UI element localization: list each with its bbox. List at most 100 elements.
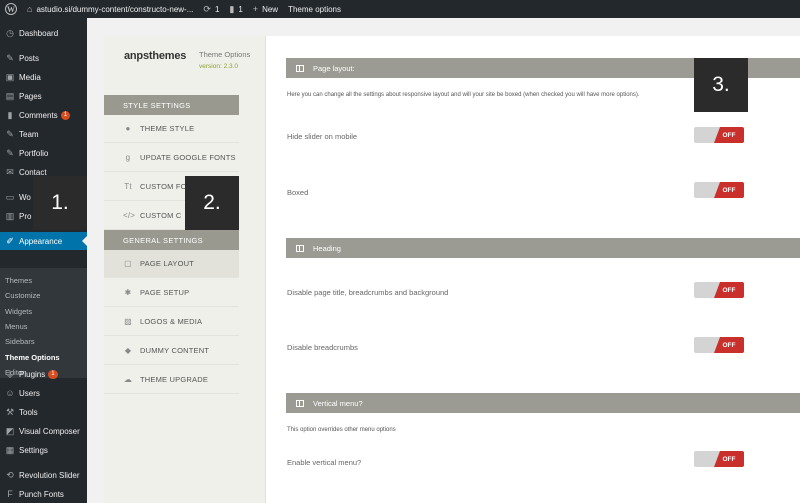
option-label: Boxed	[287, 188, 309, 197]
nav-item-page-setup[interactable]: ✱ PAGE SETUP	[104, 279, 239, 307]
general-settings-header: GENERAL SETTINGS	[104, 230, 239, 250]
settings-icon: ▦	[5, 444, 15, 455]
nav-item-label: CUSTOM FO	[140, 182, 187, 191]
admin-menu-label: Media	[19, 72, 41, 82]
nav-item-theme-upgrade[interactable]: ☁ THEME UPGRADE	[104, 366, 239, 394]
submenu-item-theme-options[interactable]: Theme Options	[5, 353, 60, 362]
overlay-marker-3: 3.	[694, 58, 748, 112]
nav-item-update-google-fonts[interactable]: g UPDATE GOOGLE FONTS	[104, 144, 239, 172]
code-icon: </>	[123, 211, 136, 220]
admin-menu-item-appearance[interactable]: ✐ Appearance	[0, 232, 87, 250]
admin-menu-item-revolution-slider[interactable]: ⟲ Revolution Slider	[0, 466, 87, 484]
pages-icon: ▤	[5, 90, 15, 101]
admin-menu-item-plugins[interactable]: ⏚ Plugins 1	[0, 365, 87, 383]
image-icon: ▨	[124, 317, 132, 326]
disable-breadcrumbs-toggle[interactable]: OFF	[694, 337, 744, 353]
nav-item-label: LOGOS & MEDIA	[140, 317, 203, 326]
vc-icon: ◩	[5, 425, 15, 436]
section-header-heading: Heading	[286, 238, 800, 258]
style-settings-header: STYLE SETTINGS	[104, 95, 239, 115]
wordpress-icon: W	[5, 3, 17, 15]
admin-menu-item-settings[interactable]: ▦ Settings	[0, 441, 87, 459]
nav-item-theme-style[interactable]: ● THEME STYLE	[104, 115, 239, 143]
submenu-item-customize[interactable]: Customize	[5, 291, 40, 300]
submenu-item-sidebars[interactable]: Sidebars	[5, 337, 35, 346]
admin-menu-item-posts[interactable]: ✎ Posts	[0, 49, 87, 67]
admin-menu-label: Pro	[19, 211, 32, 221]
layout-icon	[296, 399, 304, 407]
nav-item-label: DUMMY CONTENT	[140, 346, 210, 355]
users-icon: ☺	[5, 388, 15, 398]
admin-menu-label: Posts	[19, 53, 40, 63]
layout-icon	[296, 244, 304, 252]
site-name-link[interactable]: ⌂ astudio.si/dummy-content/constructo-new…	[22, 0, 198, 18]
nav-item-label: THEME STYLE	[140, 124, 195, 133]
updates-icon: ⟳	[203, 3, 211, 14]
comment-icon: ▮	[7, 109, 13, 120]
admin-menu-label: Comments	[19, 110, 58, 120]
toggle-off-label: OFF	[714, 182, 744, 198]
admin-menu-label: Visual Composer	[19, 426, 80, 436]
vertical-menu-description: This option overrides other menu options	[287, 427, 396, 433]
admin-menu-label: Users	[19, 388, 40, 398]
admin-menu-item-punch-fonts[interactable]: F Punch Fonts	[0, 485, 87, 503]
updates-link[interactable]: ⟳ 1	[198, 0, 224, 18]
admin-menu-item-tools[interactable]: ⚒ Tools	[0, 403, 87, 421]
layout-icon: ▢	[124, 259, 132, 268]
admin-menu-label: Portfolio	[19, 148, 49, 158]
admin-menu-label: Tools	[19, 407, 38, 417]
admin-menu-item-pages[interactable]: ▤ Pages	[0, 87, 87, 105]
mail-icon: ✉	[6, 166, 14, 177]
nav-item-label: PAGE LAYOUT	[140, 259, 195, 268]
submenu-item-widgets[interactable]: Widgets	[5, 307, 32, 316]
comment-icon: ▮	[229, 3, 235, 14]
admin-menu-item-team[interactable]: ✎ Team	[0, 125, 87, 143]
admin-menu-label: Settings	[19, 445, 48, 455]
hide-slider-toggle[interactable]: OFF	[694, 127, 744, 143]
admin-menu-label: Punch Fonts	[19, 489, 64, 499]
pin-icon: ✎	[6, 147, 14, 158]
page-layout-description: Here you can change all the settings abo…	[287, 92, 640, 98]
nav-item-page-layout[interactable]: ▢ PAGE LAYOUT	[104, 250, 239, 278]
enable-vertical-menu-toggle[interactable]: OFF	[694, 451, 744, 467]
nav-item-logos-media[interactable]: ▨ LOGOS & MEDIA	[104, 308, 239, 336]
layout-icon	[296, 64, 304, 72]
admin-menu-label: Wo	[19, 192, 31, 202]
admin-menu-item-media[interactable]: ▣ Media	[0, 68, 87, 86]
submenu-item-menus[interactable]: Menus	[5, 322, 28, 331]
admin-menu-label: Team	[19, 129, 39, 139]
nav-item-dummy-content[interactable]: ◆ DUMMY CONTENT	[104, 337, 239, 365]
media-icon: ▣	[5, 71, 15, 82]
nav-item-label: THEME UPGRADE	[140, 375, 209, 384]
google-icon: g	[125, 153, 131, 162]
admin-menu-item-visual-composer[interactable]: ◩ Visual Composer	[0, 422, 87, 440]
option-label: Hide slider on mobile	[287, 132, 358, 141]
admin-menu-label: Pages	[19, 91, 42, 101]
toggle-off-label: OFF	[714, 451, 744, 467]
font-icon: F	[7, 489, 13, 499]
cloud-icon: ☁	[123, 375, 133, 384]
admin-bar: W ⌂ astudio.si/dummy-content/constructo-n…	[0, 0, 800, 18]
toggle-off-label: OFF	[714, 337, 744, 353]
option-label: Enable vertical menu?	[287, 458, 362, 467]
refresh-icon: ⟲	[6, 469, 14, 480]
submenu-item-themes[interactable]: Themes	[5, 276, 32, 285]
admin-menu-item-portfolio[interactable]: ✎ Portfolio	[0, 144, 87, 162]
admin-menu-item-dashboard[interactable]: ◷ Dashboard	[0, 24, 87, 42]
drop-icon: ●	[125, 124, 131, 133]
admin-menu-item-users[interactable]: ☺ Users	[0, 384, 87, 402]
boxed-toggle[interactable]: OFF	[694, 182, 744, 198]
disable-page-title-toggle[interactable]: OFF	[694, 282, 744, 298]
overlay-marker-2: 2.	[185, 176, 239, 230]
new-content-link[interactable]: + New	[248, 0, 283, 18]
overlay-marker-1: 1.	[33, 176, 87, 230]
options-nav: anpsthemes Theme Options version: 2.3.0 …	[104, 36, 266, 503]
products-icon: ▥	[5, 210, 15, 221]
comments-link[interactable]: ▮ 1	[224, 0, 247, 18]
admin-menu-item-comments[interactable]: ▮ Comments 1	[0, 106, 87, 124]
wp-logo-button[interactable]: W	[0, 0, 22, 18]
nav-item-label: CUSTOM C	[140, 211, 182, 220]
dashboard-icon: ◷	[6, 27, 14, 38]
theme-options-link[interactable]: Theme options	[283, 0, 346, 18]
panel-subtitle: Theme Options	[199, 50, 251, 59]
